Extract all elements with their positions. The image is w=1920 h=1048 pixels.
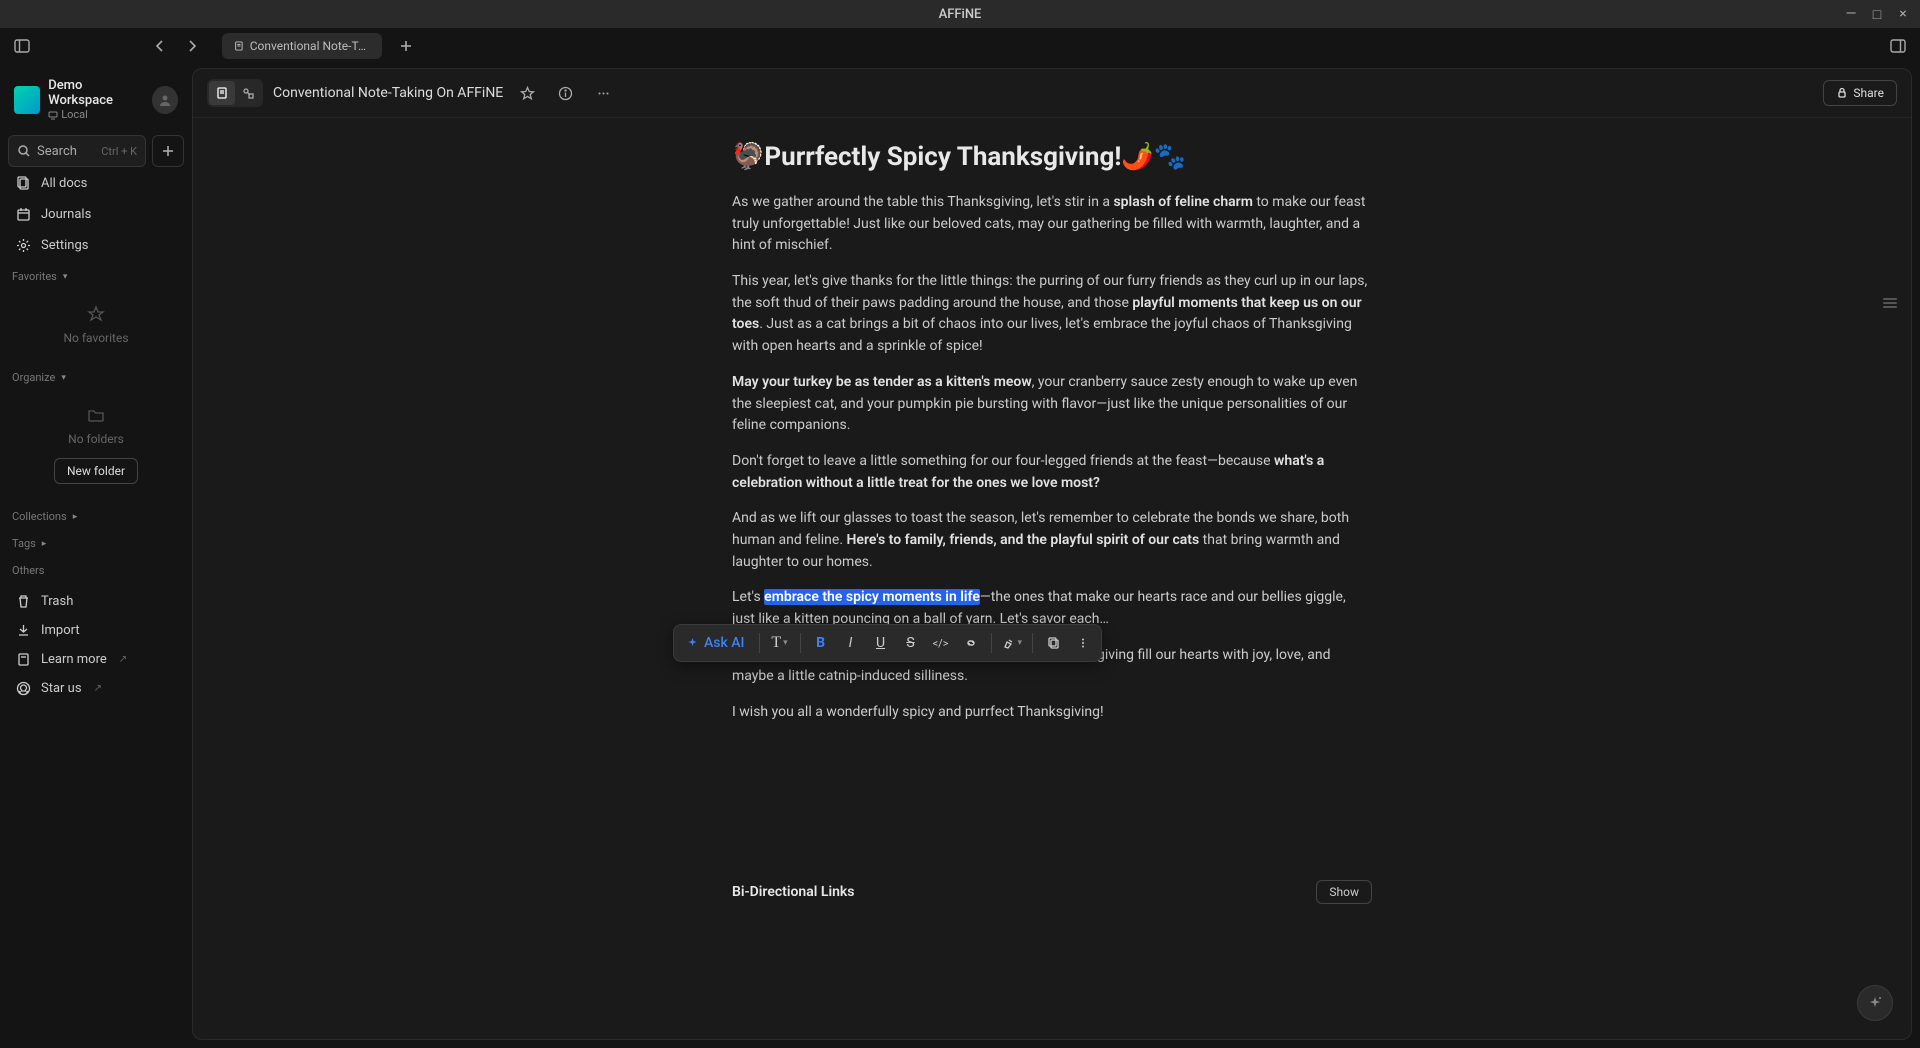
workspace-sub: Local	[48, 108, 144, 121]
section-tags[interactable]: Tags▸	[8, 529, 184, 554]
nav-back-icon[interactable]	[146, 32, 174, 60]
close-button[interactable]: ×	[1894, 6, 1912, 23]
local-icon	[48, 110, 58, 120]
section-organize[interactable]: Organize▾	[8, 363, 184, 388]
workspace-name: Demo Workspace	[48, 78, 144, 108]
strike-button[interactable]: S	[897, 629, 925, 657]
new-folder-button[interactable]: New folder	[54, 458, 138, 484]
highlight-button[interactable]: ▾	[998, 629, 1027, 657]
sidebar-item-star-us[interactable]: Star us ↗	[8, 674, 184, 703]
paragraph[interactable]: I wish you all a wonderfully spicy and p…	[732, 702, 1372, 724]
workspace-switcher[interactable]: Demo Workspace Local	[8, 72, 184, 127]
sidebar-item-import[interactable]: Import	[8, 616, 184, 645]
avatar[interactable]	[152, 86, 178, 114]
workspace-icon	[14, 86, 40, 114]
paragraph[interactable]: May your turkey be as tender as a kitten…	[732, 372, 1372, 437]
sidebar: Demo Workspace Local Search Ctrl + K	[0, 64, 192, 1048]
sidebar-item-learn[interactable]: Learn more ↗	[8, 645, 184, 674]
paragraph[interactable]: Don't forget to leave a little something…	[732, 451, 1372, 494]
italic-button[interactable]: I	[837, 629, 865, 657]
share-button[interactable]: Share	[1823, 80, 1897, 106]
mode-toggle	[207, 79, 263, 107]
nav-arrows	[146, 32, 206, 60]
search-kbd: Ctrl + K	[101, 145, 137, 158]
text-style-button[interactable]: T▾	[766, 629, 794, 657]
section-favorites[interactable]: Favorites▾	[8, 262, 184, 287]
external-icon: ↗	[119, 654, 127, 665]
window-controls: — □ ×	[1842, 6, 1912, 23]
book-icon	[16, 652, 31, 667]
toggle-right-panel-icon[interactable]	[1884, 32, 1912, 60]
underline-button[interactable]: U	[867, 629, 895, 657]
toggle-sidebar-icon[interactable]	[8, 32, 36, 60]
github-icon	[16, 681, 31, 696]
selected-text: embrace the spicy moments in life	[764, 589, 980, 605]
doc-body[interactable]: 🦃Purrfectly Spicy Thanksgiving!🌶️🐾 As we…	[193, 118, 1911, 1039]
lock-icon	[1836, 87, 1848, 99]
sidebar-item-settings[interactable]: Settings	[8, 231, 184, 260]
favorites-empty: No favorites	[8, 289, 184, 361]
code-button[interactable]: </>	[927, 629, 955, 657]
favorite-button[interactable]	[513, 79, 541, 107]
sparkle-icon	[1867, 995, 1883, 1011]
maximize-button[interactable]: □	[1868, 6, 1886, 23]
paragraph[interactable]: This year, let's give thanks for the lit…	[732, 271, 1372, 358]
section-others: Others	[8, 556, 184, 581]
new-doc-button[interactable]	[152, 135, 184, 167]
search-input[interactable]: Search Ctrl + K	[8, 135, 146, 167]
bidi-links: Bi-Directional Links Show	[732, 864, 1372, 904]
format-toolbar: Ask AI T▾ B I U S </> ▾	[673, 624, 1102, 662]
page-title[interactable]: 🦃Purrfectly Spicy Thanksgiving!🌶️🐾	[732, 142, 1372, 172]
content-area: Conventional Note-Taking On AFFiNE Share	[192, 68, 1912, 1040]
doc-header: Conventional Note-Taking On AFFiNE Share	[193, 69, 1911, 118]
section-collections[interactable]: Collections▸	[8, 502, 184, 527]
ai-fab-button[interactable]	[1857, 985, 1893, 1021]
page-mode-button[interactable]	[209, 81, 235, 105]
sidebar-item-journals[interactable]: Journals	[8, 200, 184, 229]
tab-current[interactable]: Conventional Note-Taking O	[222, 33, 382, 59]
topbar: Conventional Note-Taking O	[0, 28, 1920, 64]
search-icon	[17, 144, 31, 158]
toolbar-more-button[interactable]	[1069, 629, 1097, 657]
folder-icon	[87, 406, 105, 424]
sidebar-item-trash[interactable]: Trash	[8, 587, 184, 616]
titlebar: AFFiNE — □ ×	[0, 0, 1920, 28]
tab-label: Conventional Note-Taking O	[250, 39, 370, 53]
outline-toggle[interactable]	[1883, 298, 1897, 308]
minimize-button[interactable]: —	[1842, 6, 1860, 23]
paragraph[interactable]: And as we lift our glasses to toast the …	[732, 508, 1372, 573]
nav-forward-icon[interactable]	[178, 32, 206, 60]
star-icon	[87, 305, 105, 323]
breadcrumb-title[interactable]: Conventional Note-Taking On AFFiNE	[273, 85, 503, 101]
external-icon: ↗	[94, 683, 102, 694]
docs-icon	[16, 176, 31, 191]
app-title: AFFiNE	[939, 7, 982, 22]
calendar-icon	[16, 207, 31, 222]
more-button[interactable]	[589, 79, 617, 107]
trash-icon	[16, 594, 31, 609]
ask-ai-button[interactable]: Ask AI	[678, 629, 753, 657]
copy-button[interactable]	[1039, 629, 1067, 657]
bold-button[interactable]: B	[807, 629, 835, 657]
edgeless-mode-button[interactable]	[235, 81, 261, 105]
gear-icon	[16, 238, 31, 253]
doc-icon	[234, 40, 244, 52]
sparkle-icon	[686, 637, 699, 650]
show-bidi-button[interactable]: Show	[1316, 880, 1372, 904]
bidi-title: Bi-Directional Links	[732, 884, 855, 900]
add-tab-button[interactable]	[392, 32, 420, 60]
link-button[interactable]	[957, 629, 985, 657]
organize-empty: No folders New folder	[8, 390, 184, 500]
paragraph[interactable]: As we gather around the table this Thank…	[732, 192, 1372, 257]
info-button[interactable]	[551, 79, 579, 107]
import-icon	[16, 623, 31, 638]
sidebar-item-all-docs[interactable]: All docs	[8, 169, 184, 198]
